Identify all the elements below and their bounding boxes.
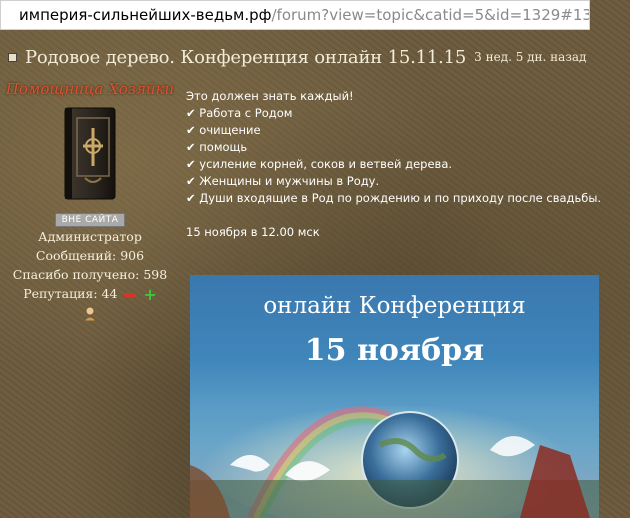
topic-header: Родовое дерево. Конференция онлайн 15.11… <box>8 44 628 70</box>
post-line: ✔ Женщины и мужчины в Роду. <box>186 174 380 188</box>
topic-title[interactable]: Родовое дерево. Конференция онлайн 15.11… <box>25 47 466 68</box>
address-bar[interactable]: империя-сильнейших-ведьм.рф/forum?view=t… <box>0 0 590 30</box>
status-badge: ВНЕ САЙТА <box>54 213 126 227</box>
address-host: империя-сильнейших-ведьм.рф <box>19 6 272 24</box>
minus-icon[interactable] <box>124 292 137 297</box>
post-line: Это должен знать каждый! <box>186 89 354 103</box>
post-line: ✔ Работа с Родом <box>186 106 293 120</box>
author-reputation: Репутация: 44 <box>23 286 118 301</box>
plus-icon[interactable]: + <box>143 285 156 304</box>
address-path: /forum?view=topic&catid=5&id=1329#13387 <box>271 6 590 24</box>
author-panel: Помощница Хозяйки ВНЕ САЙТА Администрато… <box>0 80 180 326</box>
user-icon[interactable] <box>0 306 180 326</box>
author-messages: Сообщений: 906 <box>35 248 145 263</box>
author-role: Администратор <box>38 229 142 244</box>
post-line: ✔ усиление корней, соков и ветвей дерева… <box>186 157 453 171</box>
banner-date: 15 ноября <box>304 333 485 368</box>
author-thanks: Спасибо получено: 598 <box>12 267 168 282</box>
book-icon[interactable] <box>63 106 117 201</box>
author-name[interactable]: Помощница Хозяйки <box>0 80 180 98</box>
post-time: 15 ноября в 12.00 мск <box>186 225 320 239</box>
author-reputation-row: Репутация: 44 + <box>0 284 180 304</box>
bullet-icon <box>8 52 17 62</box>
post-body: Это должен знать каждый! ✔ Работа с Родо… <box>186 88 626 241</box>
post-line: ✔ Души входящие в Род по рождению и по п… <box>186 191 602 205</box>
post-line: ✔ очищение <box>186 123 261 137</box>
banner-title: онлайн Конференция <box>263 293 526 319</box>
conference-banner-image: онлайн Конференция 15 ноября <box>190 275 599 518</box>
topic-date: 3 нед. 5 дн. назад <box>474 50 587 64</box>
post-line: ✔ помощь <box>186 140 248 154</box>
